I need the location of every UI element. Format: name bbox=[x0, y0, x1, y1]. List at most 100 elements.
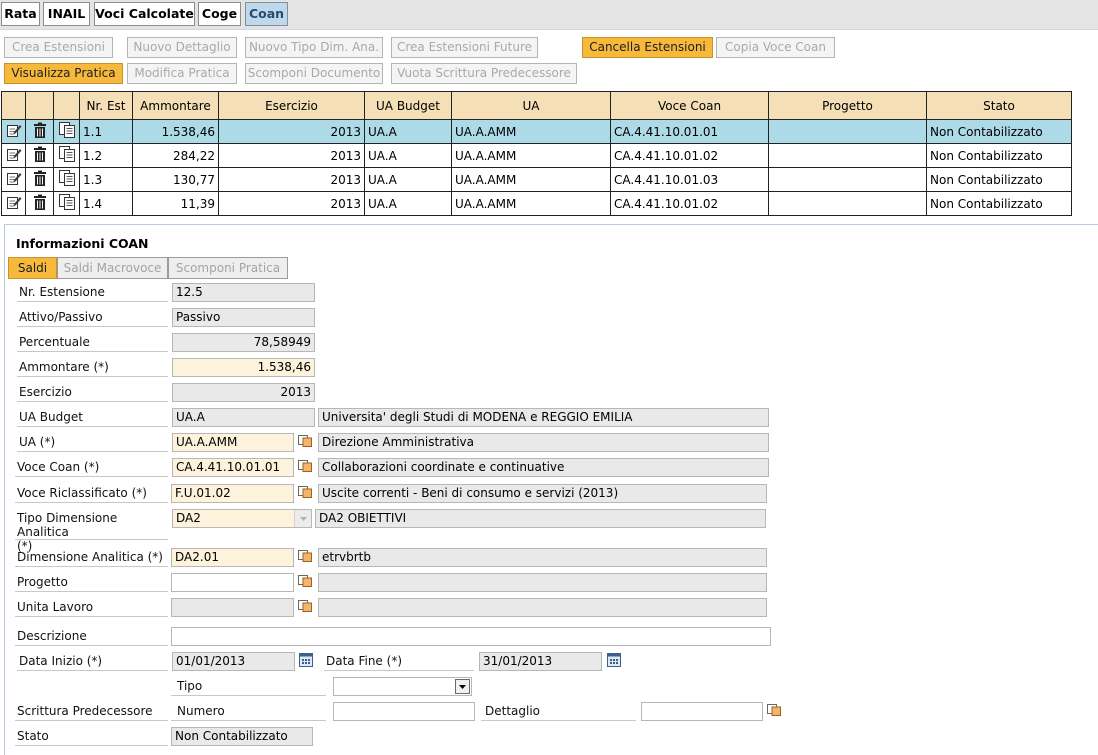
subtab-saldi-macrovoce[interactable]: Saldi Macrovoce bbox=[57, 257, 168, 279]
tipo-dropdown-arrow-icon[interactable] bbox=[455, 679, 470, 694]
data-inizio-field[interactable]: 01/01/2013 bbox=[172, 652, 295, 671]
cell-ammontare: 11,39 bbox=[132, 191, 219, 216]
tab-coge[interactable]: Coge bbox=[198, 2, 241, 26]
copy-icon[interactable] bbox=[53, 119, 80, 144]
subtab-scomponi-pratica[interactable]: Scomponi Pratica bbox=[168, 257, 288, 279]
data-inizio-calendar-icon[interactable] bbox=[299, 653, 313, 667]
trash-icon[interactable] bbox=[25, 167, 54, 192]
label-data-inizio: Data Inizio (*) bbox=[17, 654, 168, 671]
stato-field: Non Contabilizzato bbox=[171, 727, 313, 746]
edit-icon[interactable] bbox=[1, 119, 26, 144]
dettaglio-field[interactable] bbox=[641, 702, 763, 721]
voce-coan-lookup-icon[interactable] bbox=[298, 460, 312, 472]
subtab-saldi[interactable]: Saldi bbox=[8, 257, 57, 279]
tab-rata[interactable]: Rata bbox=[1, 2, 40, 26]
numero-field[interactable] bbox=[333, 702, 475, 721]
cell-ua: UA.A.AMM bbox=[451, 167, 611, 192]
unita-lavoro-lookup-icon[interactable] bbox=[298, 600, 312, 612]
label-voce-coan: Voce Coan (*) bbox=[15, 460, 168, 477]
esercizio-field: 2013 bbox=[172, 383, 315, 402]
header-stato[interactable]: Stato bbox=[926, 91, 1072, 120]
dimensione-analitica-field[interactable]: DA2.01 bbox=[171, 548, 294, 567]
cell-esercizio: 2013 bbox=[218, 167, 365, 192]
ua-lookup-icon[interactable] bbox=[298, 435, 312, 447]
table-row[interactable]: 1.3 130,77 2013 UA.A UA.A.AMM CA.4.41.10.01.0… bbox=[1, 167, 1072, 192]
copy-icon[interactable] bbox=[53, 143, 80, 168]
unita-lavoro-field bbox=[171, 598, 294, 617]
header-ammontare[interactable]: Ammontare bbox=[132, 91, 219, 120]
label-data-fine: Data Fine (*) bbox=[324, 654, 474, 671]
scomponi-documento-button[interactable]: Scomponi Documento bbox=[245, 63, 383, 84]
vuota-scrittura-predecessore-button[interactable]: Vuota Scrittura Predecessore bbox=[391, 63, 577, 84]
label-stato: Stato bbox=[15, 729, 168, 746]
label-unita-lavoro: Unita Lavoro bbox=[15, 600, 168, 617]
tab-voci-calcolate[interactable]: Voci Calcolate bbox=[94, 2, 195, 26]
header-ua[interactable]: UA bbox=[451, 91, 611, 120]
nuovo-tipo-dim-ana-button[interactable]: Nuovo Tipo Dim. Ana. bbox=[245, 37, 383, 58]
nuovo-dettaglio-button[interactable]: Nuovo Dettaglio bbox=[127, 37, 237, 58]
tab-coan[interactable]: Coan bbox=[245, 2, 288, 26]
edit-icon[interactable] bbox=[1, 143, 26, 168]
cell-progetto bbox=[768, 191, 927, 216]
tipo-dimensione-select[interactable]: DA2 bbox=[172, 509, 312, 528]
table-row[interactable]: 1.1 1.538,46 2013 UA.A UA.A.AMM CA.4.41.10.01… bbox=[1, 119, 1072, 144]
header-delete bbox=[25, 91, 54, 120]
header-nr-est[interactable]: Nr. Est bbox=[79, 91, 133, 120]
voce-riclassificato-field[interactable]: F.U.01.02 bbox=[171, 484, 294, 503]
cell-stato: Non Contabilizzato bbox=[926, 191, 1072, 216]
dimensione-analitica-lookup-icon[interactable] bbox=[298, 550, 312, 562]
percentuale-field: 78,58949 bbox=[172, 333, 315, 352]
cell-nr-est: 1.1 bbox=[79, 119, 133, 144]
cell-ua: UA.A.AMM bbox=[451, 191, 611, 216]
ua-field[interactable]: UA.A.AMM bbox=[172, 433, 294, 452]
header-esercizio[interactable]: Esercizio bbox=[218, 91, 365, 120]
tipo-select[interactable] bbox=[333, 677, 472, 696]
cell-ammontare: 1.538,46 bbox=[132, 119, 219, 144]
progetto-lookup-icon[interactable] bbox=[298, 575, 312, 587]
header-progetto[interactable]: Progetto bbox=[768, 91, 927, 120]
modifica-pratica-button[interactable]: Modifica Pratica bbox=[127, 63, 237, 84]
trash-icon[interactable] bbox=[25, 143, 54, 168]
label-ua: UA (*) bbox=[17, 435, 168, 452]
tab-inail[interactable]: INAIL bbox=[43, 2, 90, 26]
cell-esercizio: 2013 bbox=[218, 143, 365, 168]
nr-estensione-field: 12.5 bbox=[172, 283, 315, 302]
data-fine-calendar-icon[interactable] bbox=[607, 653, 621, 667]
header-ua-budget[interactable]: UA Budget bbox=[364, 91, 452, 120]
cancella-estensioni-button[interactable]: Cancella Estensioni bbox=[582, 37, 713, 58]
cell-stato: Non Contabilizzato bbox=[926, 167, 1072, 192]
label-dettaglio: Dettaglio bbox=[481, 704, 636, 721]
voce-riclassificato-lookup-icon[interactable] bbox=[298, 486, 312, 498]
voce-riclassificato-description: Uscite correnti - Beni di consumo e serv… bbox=[318, 484, 767, 503]
cell-stato: Non Contabilizzato bbox=[926, 143, 1072, 168]
copy-icon[interactable] bbox=[53, 167, 80, 192]
dettaglio-lookup-icon[interactable] bbox=[767, 704, 781, 716]
tipo-dimensione-dropdown-arrow-icon[interactable] bbox=[294, 510, 311, 527]
copy-icon[interactable] bbox=[53, 191, 80, 216]
cell-esercizio: 2013 bbox=[218, 191, 365, 216]
trash-icon[interactable] bbox=[25, 119, 54, 144]
header-voce-coan[interactable]: Voce Coan bbox=[610, 91, 769, 120]
ammontare-field[interactable]: 1.538,46 bbox=[172, 358, 315, 377]
cell-nr-est: 1.3 bbox=[79, 167, 133, 192]
table-row[interactable]: 1.4 11,39 2013 UA.A UA.A.AMM CA.4.41.10.01.02… bbox=[1, 191, 1072, 216]
table-row[interactable]: 1.2 284,22 2013 UA.A UA.A.AMM CA.4.41.10.01.0… bbox=[1, 143, 1072, 168]
progetto-field[interactable] bbox=[171, 573, 294, 592]
descrizione-field[interactable] bbox=[171, 627, 771, 646]
label-tipo: Tipo bbox=[171, 679, 326, 696]
label-numero: Numero bbox=[171, 704, 326, 721]
trash-icon[interactable] bbox=[25, 191, 54, 216]
edit-icon[interactable] bbox=[1, 191, 26, 216]
copia-voce-coan-button[interactable]: Copia Voce Coan bbox=[716, 37, 835, 58]
crea-estensioni-future-button[interactable]: Crea Estensioni Future bbox=[391, 37, 538, 58]
cell-nr-est: 1.2 bbox=[79, 143, 133, 168]
cell-ua-budget: UA.A bbox=[364, 119, 452, 144]
voce-coan-field[interactable]: CA.4.41.10.01.01 bbox=[172, 458, 294, 477]
visualizza-pratica-button[interactable]: Visualizza Pratica bbox=[4, 63, 123, 84]
unita-lavoro-description bbox=[318, 598, 767, 617]
informazioni-coan-title: Informazioni COAN bbox=[16, 236, 149, 251]
edit-icon[interactable] bbox=[1, 167, 26, 192]
crea-estensioni-button[interactable]: Crea Estensioni bbox=[4, 37, 113, 58]
label-percentuale: Percentuale bbox=[17, 335, 168, 352]
data-fine-field[interactable]: 31/01/2013 bbox=[479, 652, 602, 671]
